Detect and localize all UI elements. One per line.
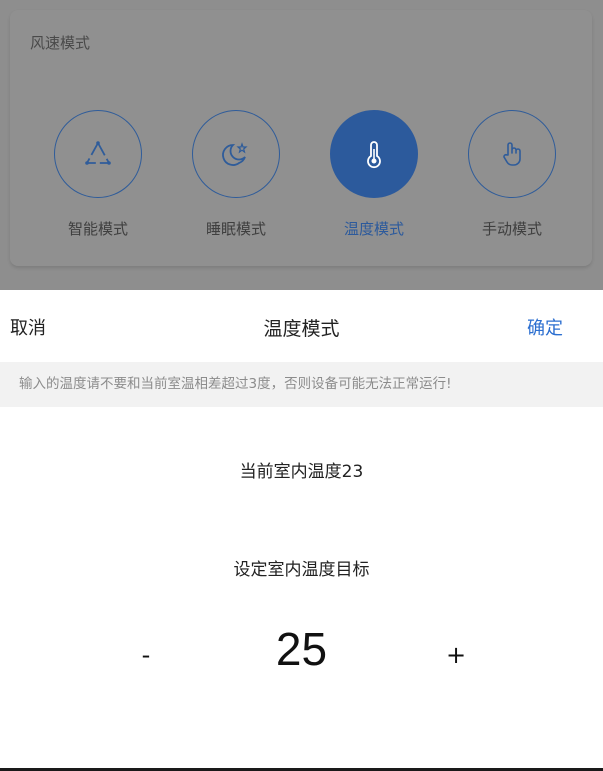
card-title: 风速模式 [30,34,91,52]
mode-label: 手动模式 [481,220,542,238]
temperature-stepper: - 25 + [0,620,603,690]
target-temperature-label: 设定室内温度目标 [233,560,370,580]
current-temperature-label: 当前室内温度23 [239,462,364,482]
temperature-mode-sheet: 取消 温度模式 确定 输入的温度请不要和当前室温相差超过3度，否则设备可能无法正… [0,290,603,768]
sheet-header: 取消 温度模式 确定 [0,290,603,362]
mode-smart[interactable]: 智能模式 [53,110,143,239]
warning-message: 输入的温度请不要和当前室温相差超过3度，否则设备可能无法正常运行! [0,362,603,407]
fan-speed-card: 风速模式 智能模式 睡眠模式 温度模式 手动模式 [10,10,592,266]
mode-sleep[interactable]: 睡眠模式 [191,110,281,239]
moon-star-icon [222,142,248,166]
confirm-button[interactable]: 确定 [527,314,563,340]
mode-manual[interactable]: 手动模式 [467,110,557,239]
mode-label: 睡眠模式 [205,220,266,238]
dimmed-background: 风速模式 智能模式 睡眠模式 温度模式 手动模式 [0,0,603,290]
mode-label: 智能模式 [67,220,128,238]
increase-button[interactable]: + [436,630,476,680]
target-temperature-value: 25 [275,623,328,675]
mode-temperature[interactable]: 温度模式 [329,110,419,239]
hand-pointer-icon [503,142,521,166]
thermometer-icon [367,141,381,169]
mode-label: 温度模式 [343,220,404,238]
sheet-title: 温度模式 [263,318,340,340]
smart-triangle-icon [85,141,111,165]
